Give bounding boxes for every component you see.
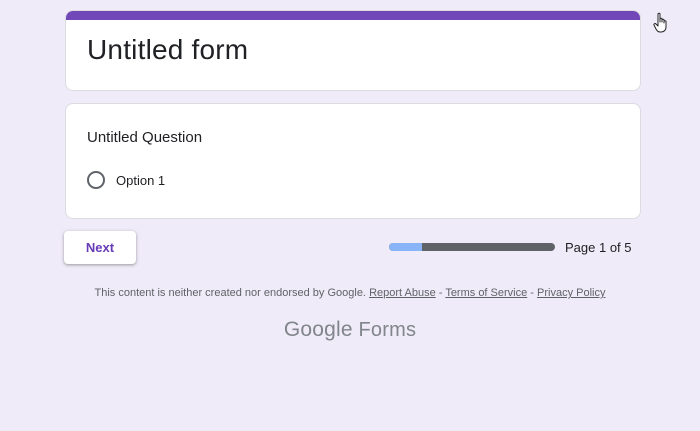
footer-disclaimer: This content is neither created nor endo… bbox=[0, 287, 700, 299]
form-page: Untitled form Untitled Question Option 1… bbox=[0, 0, 700, 431]
hand-pointer-icon bbox=[653, 12, 667, 33]
footer-separator: - bbox=[438, 287, 443, 299]
terms-of-service-link[interactable]: Terms of Service bbox=[445, 287, 527, 299]
form-title: Untitled form bbox=[87, 34, 249, 65]
google-forms-logo[interactable]: Google Forms bbox=[0, 318, 700, 342]
progress-bar-fill bbox=[389, 243, 423, 251]
next-button[interactable]: Next bbox=[64, 231, 136, 264]
radio-option-1[interactable]: Option 1 bbox=[87, 171, 165, 189]
brand-forms: Forms bbox=[358, 319, 417, 341]
privacy-policy-link[interactable]: Privacy Policy bbox=[537, 287, 605, 299]
radio-button[interactable] bbox=[87, 171, 105, 189]
progress-bar bbox=[389, 243, 555, 251]
brand-google: Google bbox=[283, 318, 353, 341]
footer-separator: - bbox=[530, 287, 534, 299]
radio-option-label: Option 1 bbox=[116, 172, 166, 188]
form-header-card: Untitled form bbox=[65, 10, 641, 91]
report-abuse-link[interactable]: Report Abuse bbox=[369, 287, 436, 299]
form-accent-bar bbox=[66, 11, 640, 20]
page-indicator: Page 1 of 5 bbox=[565, 240, 632, 255]
disclaimer-text: This content is neither created nor endo… bbox=[94, 287, 367, 299]
question-title: Untitled Question bbox=[87, 129, 203, 146]
question-card: Untitled Question Option 1 bbox=[65, 103, 641, 219]
